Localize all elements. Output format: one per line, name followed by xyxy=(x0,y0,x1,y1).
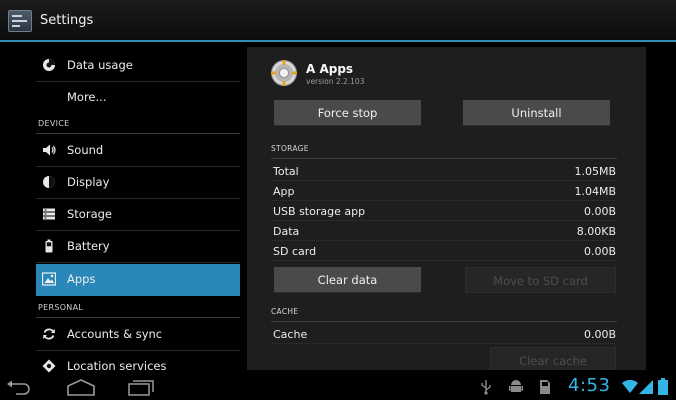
section-header-personal: PERSONAL xyxy=(36,298,240,318)
storage-value: 1.05MB xyxy=(574,165,616,178)
app-gear-icon xyxy=(271,60,297,86)
storage-label: Total xyxy=(273,165,299,178)
storage-icon xyxy=(43,208,55,220)
sidebar-item-battery[interactable]: Battery xyxy=(36,231,240,263)
settings-list: Data usage More... DEVICE Sound Display … xyxy=(0,44,250,374)
storage-section-header: STORAGE xyxy=(271,139,617,159)
sidebar-item-label: More... xyxy=(67,90,107,104)
storage-label: App xyxy=(273,185,295,198)
back-icon[interactable] xyxy=(6,380,32,396)
sync-icon xyxy=(43,328,55,340)
uninstall-button[interactable]: Uninstall xyxy=(463,100,610,126)
signal-icon xyxy=(639,380,653,394)
clear-data-button[interactable]: Clear data xyxy=(274,267,421,293)
sidebar-item-more[interactable]: More... xyxy=(36,82,240,114)
cache-section-header: CACHE xyxy=(271,302,617,322)
storage-value: 1.04MB xyxy=(574,185,616,198)
usb-icon xyxy=(481,380,491,395)
wifi-icon xyxy=(622,380,638,393)
sidebar-item-label: Battery xyxy=(67,239,110,253)
sidebar-item-label: Display xyxy=(67,175,110,189)
storage-label: SD card xyxy=(273,245,317,258)
sidebar-item-accounts-sync[interactable]: Accounts & sync xyxy=(36,319,240,351)
page-title: Settings xyxy=(40,13,94,28)
storage-value: 8.00KB xyxy=(576,225,616,238)
storage-row-usb: USB storage app 0.00B xyxy=(271,203,617,221)
storage-row-total: Total 1.05MB xyxy=(271,163,617,181)
apps-icon xyxy=(42,272,56,286)
home-icon[interactable] xyxy=(66,379,96,396)
display-icon xyxy=(43,176,55,188)
sidebar-item-data-usage[interactable]: Data usage xyxy=(36,50,240,82)
sidebar-item-display[interactable]: Display xyxy=(36,167,240,199)
app-info-panel: A Apps version 2.2.103 Force stop Uninst… xyxy=(247,47,646,370)
settings-icon[interactable] xyxy=(8,10,32,32)
storage-value: 0.00B xyxy=(583,205,616,218)
sidebar-item-label: Storage xyxy=(67,207,112,221)
sidebar-item-label: Sound xyxy=(67,143,104,157)
sidebar-item-label: Apps xyxy=(67,272,96,286)
sidebar-item-apps[interactable]: Apps xyxy=(36,264,240,296)
battery-icon xyxy=(45,239,53,253)
cache-label: Cache xyxy=(273,328,308,341)
sidebar-item-label: Data usage xyxy=(67,58,133,72)
app-version: version 2.2.103 xyxy=(306,77,365,86)
system-bar: 4:53 xyxy=(0,374,676,400)
storage-row-sd-card: SD card 0.00B xyxy=(271,243,617,261)
location-icon xyxy=(42,359,56,373)
action-bar: Settings xyxy=(0,0,676,42)
sound-icon xyxy=(43,144,56,156)
storage-row-data: Data 8.00KB xyxy=(271,223,617,241)
clear-cache-button[interactable]: Clear cache xyxy=(490,347,616,370)
data-usage-icon xyxy=(43,59,55,71)
cache-row: Cache 0.00B xyxy=(271,326,617,344)
storage-label: Data xyxy=(273,225,300,238)
move-to-sd-button[interactable]: Move to SD card xyxy=(465,267,616,293)
sidebar-item-sound[interactable]: Sound xyxy=(36,135,240,167)
recent-apps-icon[interactable] xyxy=(128,379,154,396)
sidebar-item-storage[interactable]: Storage xyxy=(36,199,240,231)
section-header-device: DEVICE xyxy=(36,114,240,134)
sidebar-item-label: Accounts & sync xyxy=(67,327,163,341)
app-name: A Apps xyxy=(306,62,354,76)
battery-status-icon xyxy=(658,378,668,395)
force-stop-button[interactable]: Force stop xyxy=(274,100,421,126)
sidebar-item-label: Location services xyxy=(67,359,167,373)
storage-label: USB storage app xyxy=(273,205,366,218)
cache-value: 0.00B xyxy=(583,328,616,341)
clock: 4:53 xyxy=(568,375,611,396)
sd-card-icon xyxy=(540,380,550,394)
storage-value: 0.00B xyxy=(583,245,616,258)
storage-row-app: App 1.04MB xyxy=(271,183,617,201)
android-debug-icon xyxy=(509,380,523,392)
